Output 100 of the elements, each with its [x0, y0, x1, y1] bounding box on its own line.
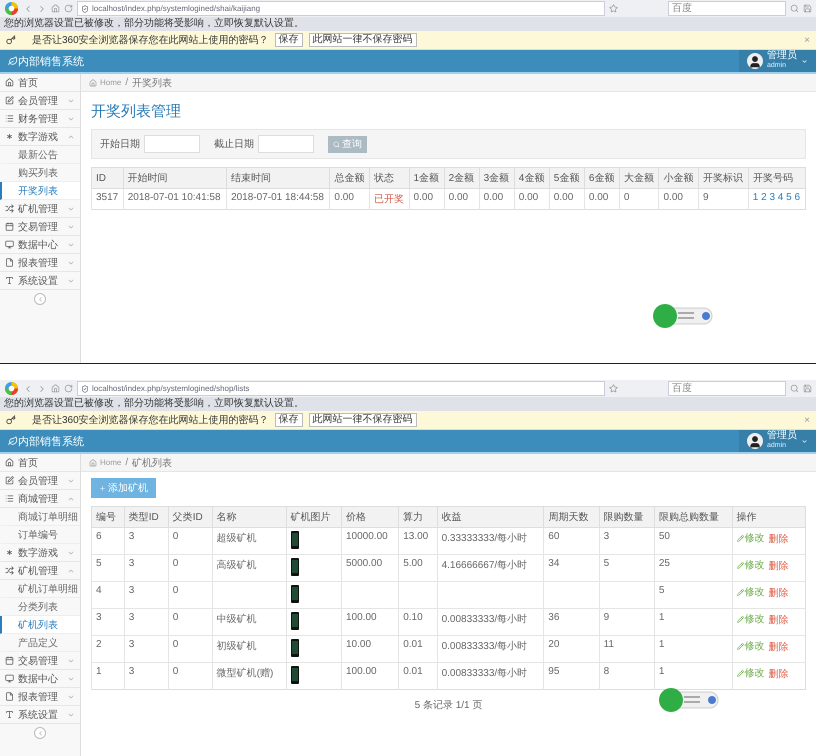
menu-icon: [5, 258, 14, 267]
home-icon: [89, 458, 97, 466]
address-bar[interactable]: localhost/index.php/systemlogined/shai/kaijiang: [77, 1, 605, 16]
sidebar-item[interactable]: 系统设置: [0, 706, 80, 724]
table-cell: 10.00: [346, 639, 372, 650]
edit-link[interactable]: 修改: [736, 585, 765, 599]
sidebar-item[interactable]: 首页: [0, 74, 80, 92]
table-cell: 6: [96, 531, 102, 542]
network-speed-widget-drawing[interactable]: [652, 302, 714, 330]
refresh-icon[interactable]: [64, 4, 73, 13]
save-icon[interactable]: [803, 4, 812, 13]
date-input[interactable]: [144, 135, 200, 153]
save-icon[interactable]: [803, 384, 812, 393]
pencil-icon: [736, 588, 744, 596]
search-icon[interactable]: [790, 4, 799, 13]
edit-link[interactable]: 修改: [736, 639, 765, 653]
breadcrumb-separator: /: [125, 457, 128, 468]
column-header: 名称: [212, 506, 286, 528]
table-cell: 0.00833333/每小时: [442, 641, 528, 652]
address-bar[interactable]: localhost/index.php/systemlogined/shop/lists: [77, 381, 605, 396]
edit-link[interactable]: 修改: [736, 558, 765, 572]
delete-link[interactable]: 删除: [768, 532, 789, 546]
sidebar-item[interactable]: 财务管理: [0, 110, 80, 128]
table-cell: 0.00: [554, 192, 574, 203]
key-icon: [6, 35, 16, 45]
column-header: 6金额: [584, 168, 620, 188]
table-cell: 0.33333333/每小时: [442, 533, 528, 544]
sidebar-item[interactable]: 会员管理: [0, 472, 80, 490]
column-header: 收益: [437, 506, 544, 528]
column-header: 大金额: [619, 168, 659, 188]
table-cell: 5000.00: [346, 558, 382, 569]
refresh-icon[interactable]: [64, 384, 73, 393]
network-speed-widget-drawing[interactable]: [658, 686, 720, 714]
notice-button[interactable]: 保存: [274, 413, 303, 427]
sidebar-item[interactable]: 交易管理: [0, 652, 80, 670]
menu-icon: [5, 692, 14, 701]
delete-link[interactable]: 删除: [768, 558, 789, 572]
sidebar-item[interactable]: 数据中心: [0, 670, 80, 688]
table-cell: 0: [172, 558, 178, 569]
menu-icon: [5, 276, 14, 285]
edit-link[interactable]: 修改: [736, 612, 765, 626]
home-icon[interactable]: [51, 4, 60, 13]
sidebar-item[interactable]: 会员管理: [0, 92, 80, 110]
breadcrumb-current: 开奖列表: [132, 76, 172, 90]
sidebar-item[interactable]: 系统设置: [0, 272, 80, 290]
table-cell: 0.01: [403, 666, 423, 677]
pencil-icon: [736, 642, 744, 650]
delete-link[interactable]: 删除: [768, 586, 789, 600]
search-icon[interactable]: [790, 384, 799, 393]
avatar-icon: [747, 53, 763, 69]
table-cell: 0.00: [663, 192, 683, 203]
menu-icon: [5, 458, 14, 467]
table-cell: 3: [128, 585, 134, 596]
notice-button[interactable]: 此网站一律不保存密码: [308, 33, 417, 47]
notice-button[interactable]: 保存: [274, 33, 303, 47]
table-cell: 3: [128, 558, 134, 569]
search-field[interactable]: 百度: [668, 381, 786, 396]
sidebar-subitem[interactable]: 矿机列表: [0, 616, 80, 634]
sidebar-item[interactable]: 数字游戏: [0, 544, 80, 562]
delete-link[interactable]: 删除: [768, 640, 789, 654]
collapse-button[interactable]: [34, 727, 46, 739]
column-header: 2金额: [444, 168, 480, 188]
notice-button[interactable]: 此网站一律不保存密码: [308, 413, 417, 427]
chevron-left-icon: [36, 730, 44, 736]
table-cell: 0.00: [588, 192, 608, 203]
edit-link[interactable]: 修改: [736, 666, 765, 680]
edit-link[interactable]: 修改: [736, 531, 765, 545]
table-cell: 0.00: [448, 192, 468, 203]
column-header: 算力: [398, 506, 438, 528]
collapse-button[interactable]: [34, 293, 46, 305]
number-links[interactable]: 1 2 3 4 5 6: [752, 192, 800, 203]
home-icon[interactable]: [51, 384, 60, 393]
column-header: 周期天数: [544, 506, 600, 528]
menu-icon: [5, 566, 14, 575]
menu-icon: [5, 476, 14, 485]
star-icon[interactable]: [609, 4, 618, 13]
sidebar-item[interactable]: 数据中心: [0, 236, 80, 254]
table-cell: 3: [128, 531, 134, 542]
sidebar-item[interactable]: 交易管理: [0, 218, 80, 236]
sidebar-item[interactable]: 报表管理: [0, 688, 80, 706]
notice-text: 是否让360安全浏览器保存您在此网站上使用的密码？: [32, 414, 269, 427]
app-logo-text: 内部销售系统: [18, 54, 84, 68]
table-cell: 微型矿机(赠): [216, 668, 274, 679]
caret-icon: [801, 58, 808, 64]
table-cell: 50: [658, 531, 670, 542]
menu-icon: [5, 240, 14, 249]
table-cell: 5: [658, 585, 664, 596]
pencil-icon: [736, 562, 744, 568]
delete-link[interactable]: 删除: [768, 666, 789, 680]
sidebar-item[interactable]: 首页: [0, 454, 80, 472]
browser-info-bar: 您的浏览器设置已被修改，部分功能将受影响，立即恢复默认设置。: [0, 397, 816, 411]
search-field[interactable]: 百度: [668, 1, 786, 16]
star-icon[interactable]: [609, 384, 618, 393]
pencil-icon: [736, 534, 744, 542]
sidebar-item[interactable]: 报表管理: [0, 254, 80, 272]
browser-logo-icon: [4, 1, 19, 16]
delete-link[interactable]: 删除: [768, 612, 789, 626]
sidebar-subitem[interactable]: 开奖列表: [0, 182, 80, 200]
sidebar-item[interactable]: 矿机管理: [0, 200, 80, 218]
date-input[interactable]: [258, 135, 314, 153]
